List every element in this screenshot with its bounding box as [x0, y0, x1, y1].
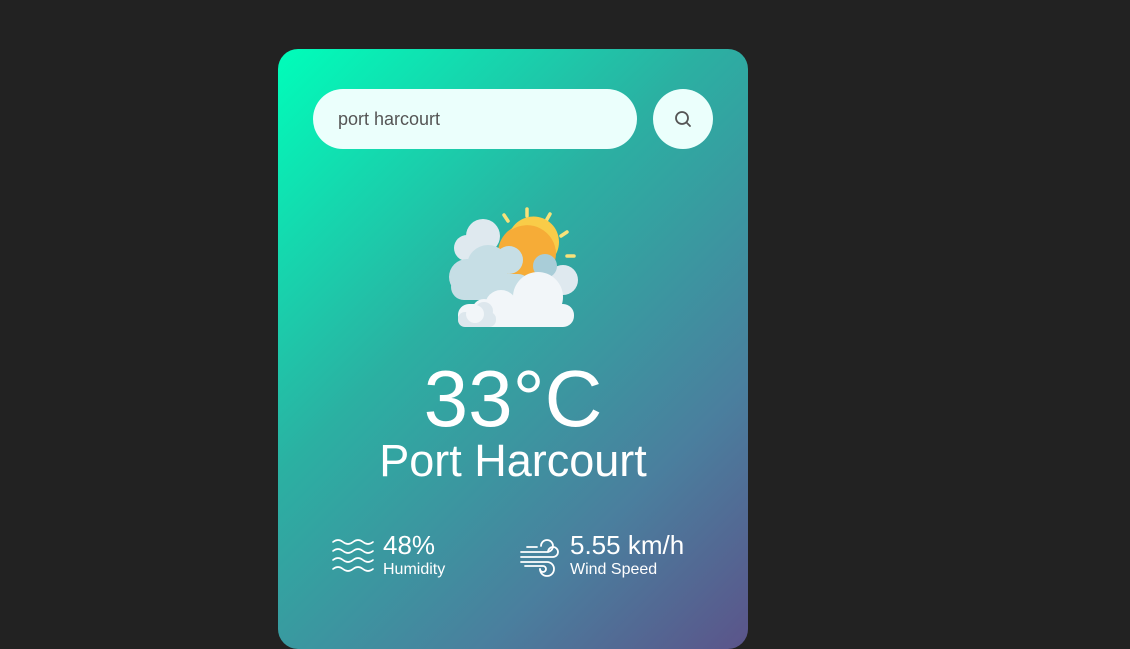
- wind-icon: [520, 539, 559, 577]
- wind-value: 5.55 km/h: [570, 530, 685, 560]
- humidity-value: 48%: [383, 530, 436, 560]
- search-button[interactable]: [653, 89, 713, 149]
- humidity-waves-icon: [332, 539, 374, 572]
- search-input[interactable]: [313, 89, 637, 149]
- wind-text: 5.55 km/h Wind Speed: [570, 529, 684, 579]
- humidity-text: 48% Humidity: [383, 529, 445, 579]
- weather-card: 33°C Port Harcourt 48% Humidity: [278, 49, 748, 649]
- partly-cloudy-sun-icon: [449, 207, 578, 327]
- wind-label: Wind Speed: [570, 561, 658, 578]
- search-icon: [675, 111, 691, 127]
- humidity-label: Humidity: [383, 561, 446, 578]
- temperature: 33°C: [423, 354, 603, 443]
- wind-detail: 5.55 km/h Wind Speed: [519, 529, 684, 579]
- humidity-detail: 48% Humidity: [332, 529, 445, 579]
- city-name: Port Harcourt: [379, 435, 647, 486]
